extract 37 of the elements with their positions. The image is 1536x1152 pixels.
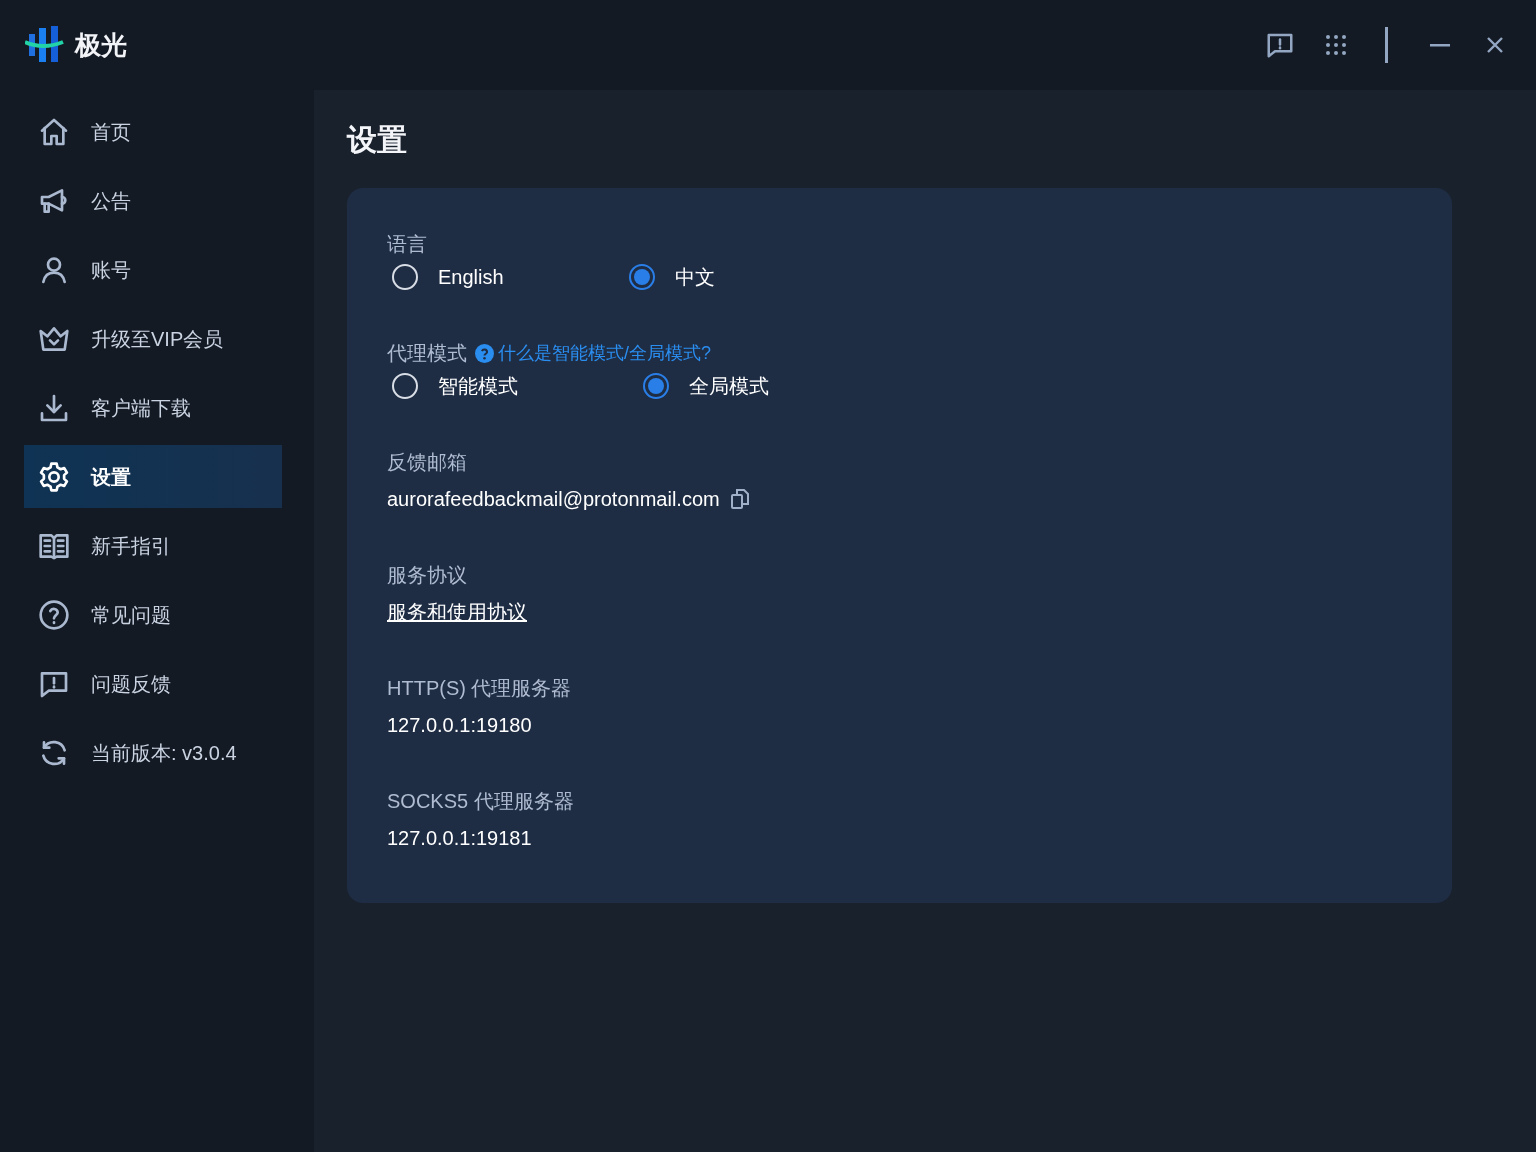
section-label: 语言: [387, 232, 427, 257]
section-label: HTTP(S) 代理服务器: [387, 676, 572, 701]
server-address: 127.0.0.1:19181: [387, 826, 532, 851]
radio-button[interactable]: [628, 264, 655, 290]
sidebar-item[interactable]: 首页: [24, 100, 282, 163]
radio-option[interactable]: 全局模式: [638, 371, 769, 401]
sidebar-item[interactable]: 账号: [24, 238, 282, 301]
section-label: 反馈邮箱: [387, 450, 467, 475]
sidebar-item[interactable]: 设置: [24, 445, 282, 508]
close-icon[interactable]: [1486, 36, 1504, 54]
minimize-icon[interactable]: [1430, 43, 1450, 47]
page-title: 设置: [347, 122, 408, 158]
radio-option[interactable]: English: [387, 262, 504, 292]
apps-grid-icon[interactable]: [1325, 34, 1347, 56]
help-link[interactable]: 什么是智能模式/全局模式?: [475, 339, 711, 367]
section-label: 代理模式: [387, 341, 467, 366]
radio-option[interactable]: 中文: [623, 262, 715, 292]
agreement-link[interactable]: 服务和使用协议: [387, 597, 527, 627]
sidebar-item[interactable]: 问题反馈: [24, 652, 282, 715]
help-icon: [38, 598, 70, 631]
copy-icon[interactable]: [729, 488, 750, 510]
section-label: SOCKS5 代理服务器: [387, 789, 574, 814]
app-name: 极光: [75, 28, 127, 62]
help-icon: [475, 343, 494, 363]
radio-button[interactable]: [643, 373, 669, 399]
sidebar-item[interactable]: 新手指引: [24, 514, 282, 577]
server-address: 127.0.0.1:19180: [387, 713, 532, 738]
sidebar-item[interactable]: 公告: [24, 169, 282, 232]
logo-icon: [25, 26, 65, 64]
sidebar-item[interactable]: 升级至VIP会员: [24, 307, 282, 370]
radio-option[interactable]: 智能模式: [387, 371, 518, 401]
sidebar-item[interactable]: 当前版本: v3.0.4: [24, 721, 282, 784]
sidebar-item[interactable]: 常见问题: [24, 583, 282, 646]
section-label: 服务协议: [387, 563, 467, 588]
sidebar-item[interactable]: 客户端下载: [24, 376, 282, 439]
gear-icon: [38, 460, 70, 493]
email-address: aurorafeedbackmail@protonmail.com: [387, 487, 720, 512]
